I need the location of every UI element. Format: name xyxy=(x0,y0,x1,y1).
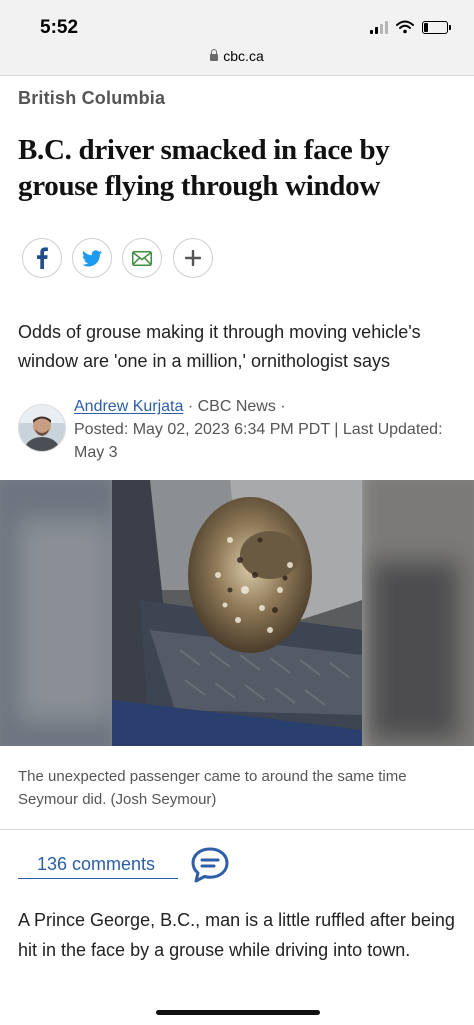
home-indicator[interactable] xyxy=(156,1010,320,1015)
byline-separator: · xyxy=(275,398,286,415)
article-body-paragraph: A Prince George, B.C., man is a little r… xyxy=(18,910,455,960)
twitter-icon xyxy=(82,249,102,266)
address-bar[interactable]: cbc.ca xyxy=(0,48,474,64)
author-avatar[interactable] xyxy=(18,404,66,452)
byline: Andrew Kurjata · CBC News · Posted: May … xyxy=(74,395,464,464)
section-label[interactable]: British Columbia xyxy=(18,88,165,109)
lock-icon xyxy=(210,49,219,61)
facebook-icon xyxy=(37,247,48,269)
share-facebook-button[interactable] xyxy=(22,238,62,278)
photo-caption: The unexpected passenger came to around … xyxy=(18,768,407,808)
article-headline: B.C. driver smacked in face by grouse fl… xyxy=(18,134,390,202)
share-email-button[interactable] xyxy=(122,238,162,278)
cellular-signal-icon xyxy=(370,20,388,34)
comments-count: 136 comments xyxy=(37,854,156,874)
wifi-icon xyxy=(396,20,414,34)
outlet-name: CBC News xyxy=(197,398,276,415)
share-more-button[interactable] xyxy=(173,238,213,278)
comment-bubble-icon[interactable] xyxy=(190,846,230,884)
battery-level xyxy=(424,22,428,32)
url-text: cbc.ca xyxy=(223,48,264,64)
post-timestamp: Posted: May 02, 2023 6:34 PM PDT | Last … xyxy=(74,421,443,461)
article-photo[interactable] xyxy=(0,480,474,746)
battery-icon xyxy=(422,20,451,34)
plus-icon xyxy=(185,250,201,266)
status-time: 5:52 xyxy=(40,17,79,38)
author-link[interactable]: Andrew Kurjata xyxy=(74,398,183,415)
article-deck: Odds of grouse making it through moving … xyxy=(18,322,421,371)
status-bar: 5:52 cbc.ca xyxy=(0,0,474,76)
system-icons xyxy=(370,20,451,34)
section-divider xyxy=(0,829,474,830)
author-photo xyxy=(19,405,65,451)
email-icon xyxy=(132,250,152,266)
comments-link[interactable]: 136 comments xyxy=(18,852,178,879)
grouse-photo xyxy=(0,480,474,746)
byline-separator: · xyxy=(183,398,198,415)
share-twitter-button[interactable] xyxy=(72,238,112,278)
